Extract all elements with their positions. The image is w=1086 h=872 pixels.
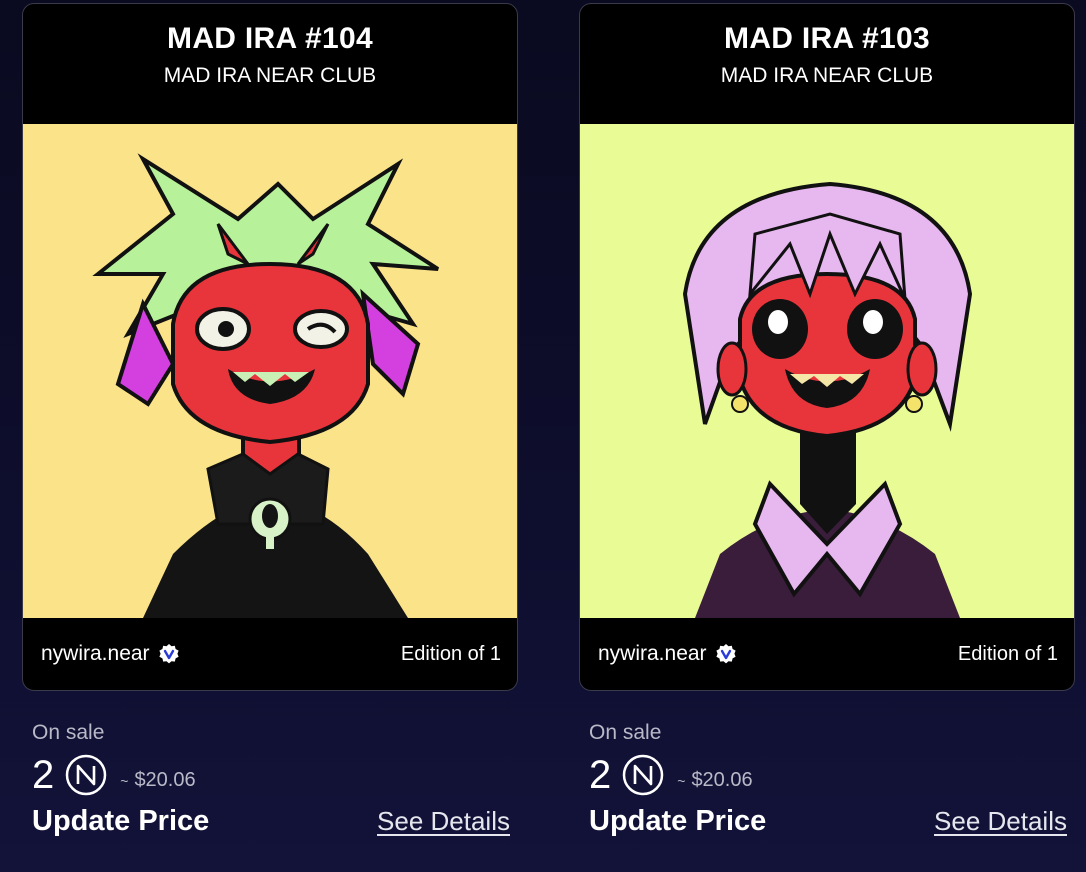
price-value: 2	[32, 752, 55, 797]
owner-name[interactable]: nywira.near	[598, 642, 707, 666]
sale-status: On sale	[32, 721, 105, 744]
near-currency-icon	[621, 753, 665, 797]
nft-title: MAD IRA #103	[724, 22, 930, 55]
sale-info: On sale 2 ~ $20.06 Update Price See Detai…	[22, 691, 518, 838]
nft-title: MAD IRA #104	[167, 22, 373, 55]
nft-artwork[interactable]	[580, 124, 1074, 618]
card-actions: Update Price See Details	[32, 805, 510, 838]
verified-badge-icon	[158, 643, 180, 665]
collection-name: MAD IRA NEAR CLUB	[163, 64, 377, 87]
usd-price: ~ $20.06	[120, 768, 196, 791]
nft-listing-104: MAD IRA #104 MAD IRA NEAR CLUB nywira.ne…	[22, 3, 518, 838]
nft-card[interactable]: MAD IRA #103 MAD IRA NEAR CLUB nywira.ne…	[579, 3, 1075, 691]
verified-badge-icon	[715, 643, 737, 665]
edition-count: Edition of 1	[957, 642, 1058, 665]
nft-listing-103: MAD IRA #103 MAD IRA NEAR CLUB nywira.ne…	[579, 3, 1075, 838]
price-value: 2	[589, 752, 612, 797]
usd-price: ~ $20.06	[677, 768, 753, 791]
card-actions: Update Price See Details	[589, 805, 1067, 838]
card-footer: nywira.near Edition of 1	[23, 618, 517, 690]
sale-status: On sale	[589, 721, 662, 744]
owner[interactable]: nywira.near	[598, 642, 737, 666]
update-price-button[interactable]: Update Price	[589, 805, 766, 838]
nft-artwork[interactable]	[23, 124, 517, 618]
see-details-link[interactable]: See Details	[377, 806, 510, 837]
nft-card[interactable]: MAD IRA #104 MAD IRA NEAR CLUB nywira.ne…	[22, 3, 518, 691]
edition-count: Edition of 1	[400, 642, 501, 665]
price-row: 2 ~ $20.06	[589, 751, 1067, 799]
owner[interactable]: nywira.near	[41, 642, 180, 666]
collection-name: MAD IRA NEAR CLUB	[720, 64, 934, 87]
near-currency-icon	[64, 753, 108, 797]
see-details-link[interactable]: See Details	[934, 806, 1067, 837]
update-price-button[interactable]: Update Price	[32, 805, 209, 838]
card-header: MAD IRA #104 MAD IRA NEAR CLUB	[23, 4, 517, 124]
sale-info: On sale 2 ~ $20.06 Update Price See Detai…	[579, 691, 1075, 838]
owner-name[interactable]: nywira.near	[41, 642, 150, 666]
price-row: 2 ~ $20.06	[32, 751, 510, 799]
card-header: MAD IRA #103 MAD IRA NEAR CLUB	[580, 4, 1074, 124]
card-footer: nywira.near Edition of 1	[580, 618, 1074, 690]
